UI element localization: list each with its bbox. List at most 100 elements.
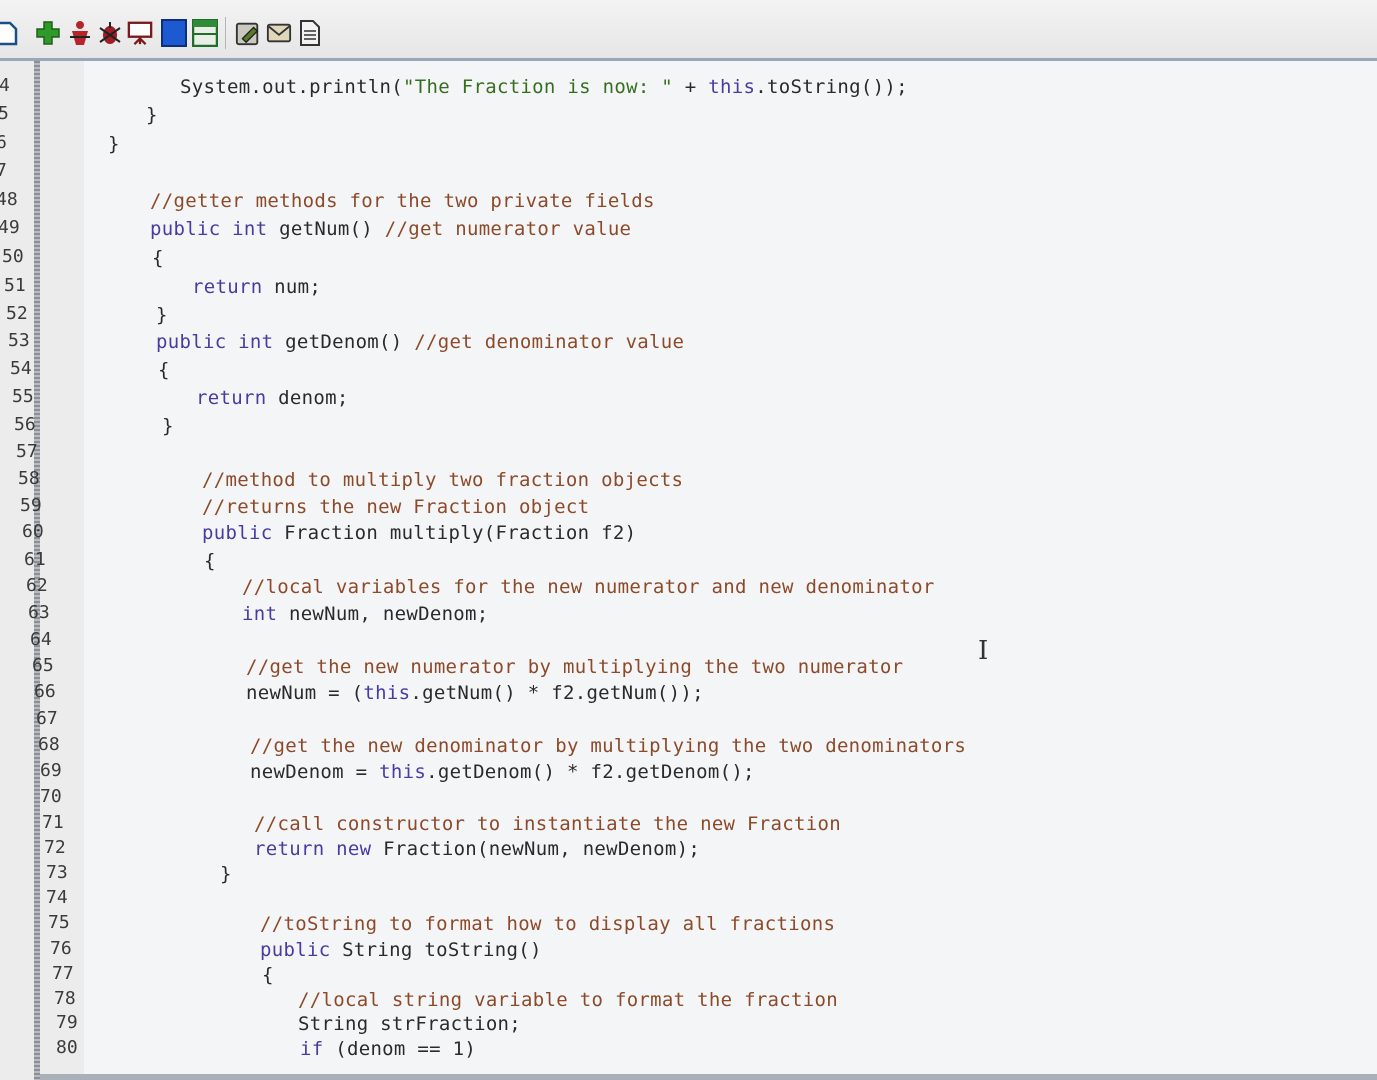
line-number: 54	[10, 358, 32, 379]
code-line[interactable]: return new Fraction(newNum, newDenom);	[254, 838, 700, 860]
line-number: 52	[6, 303, 28, 324]
code-line[interactable]: public Fraction multiply(Fraction f2)	[202, 522, 636, 544]
line-number: 69	[40, 760, 62, 781]
code-token: .toString());	[755, 76, 908, 98]
code-token: public int	[150, 218, 268, 240]
code-line[interactable]: newNum = (this.getNum() * f2.getNum());	[246, 682, 704, 704]
code-line[interactable]: System.out.println("The Fraction is now:…	[180, 76, 908, 98]
code-token: String strFraction;	[298, 1013, 522, 1035]
code-line[interactable]: }	[108, 133, 120, 155]
code-token: this	[363, 682, 411, 704]
code-line[interactable]: {	[262, 964, 274, 986]
code-token: }	[108, 133, 120, 155]
code-token: String toString()	[330, 939, 542, 961]
line-number: 79	[56, 1012, 78, 1033]
line-number: 64	[30, 629, 52, 650]
code-line[interactable]: //get the new denominator by multiplying…	[250, 735, 966, 757]
code-line[interactable]: {	[204, 550, 216, 572]
code-line[interactable]: public int getDenom() //get denominator …	[156, 331, 684, 353]
line-number: 5	[0, 103, 9, 124]
line-number: 62	[26, 575, 48, 596]
green-window-icon[interactable]	[192, 18, 218, 48]
code-token: return	[196, 387, 267, 409]
code-line[interactable]: return denom;	[196, 387, 349, 409]
line-number: 71	[42, 812, 64, 833]
horizontal-scrollbar[interactable]	[40, 1074, 1377, 1080]
code-token: this	[708, 76, 756, 98]
code-token: }	[146, 104, 158, 126]
code-line[interactable]: //local string variable to format the fr…	[298, 989, 838, 1011]
code-line[interactable]: //local variables for the new numerator …	[242, 576, 935, 598]
code-line[interactable]: }	[220, 863, 232, 885]
blue-square-icon[interactable]	[161, 18, 187, 48]
code-token: "The Fraction is now: "	[403, 76, 674, 98]
code-line[interactable]: //get the new numerator by multiplying t…	[246, 656, 903, 678]
line-number: 76	[50, 938, 72, 959]
code-token: .getDenom() * f2.getDenom();	[426, 761, 755, 783]
new-file-icon[interactable]	[0, 18, 20, 48]
code-line[interactable]: //returns the new Fraction object	[202, 496, 589, 518]
text-cursor-icon: I	[978, 636, 989, 666]
line-number: 66	[34, 681, 56, 702]
code-line[interactable]: //call constructor to instantiate the ne…	[254, 813, 841, 835]
line-number: 77	[52, 963, 74, 984]
code-line[interactable]: if (denom == 1)	[300, 1038, 476, 1060]
presentation-icon[interactable]	[127, 18, 153, 48]
gutter-border	[34, 61, 40, 1080]
code-line[interactable]: {	[152, 247, 164, 269]
code-token: //get the new denominator by multiplying…	[250, 735, 967, 757]
edit-icon[interactable]	[235, 18, 261, 48]
code-line[interactable]: int newNum, newDenom;	[242, 603, 489, 625]
line-number: 48	[0, 189, 18, 210]
code-token: //method to multiply two fraction object…	[202, 469, 684, 491]
line-number: 56	[14, 414, 36, 435]
line-number: 4	[0, 75, 10, 96]
debug-icon[interactable]	[97, 18, 123, 48]
code-token: System.out.println(	[180, 76, 404, 98]
code-token: getDenom()	[273, 331, 415, 353]
line-number: 59	[20, 495, 42, 516]
document-icon[interactable]	[297, 18, 323, 48]
mail-icon[interactable]	[266, 18, 292, 48]
line-number: 72	[44, 837, 66, 858]
run-icon[interactable]	[67, 18, 93, 48]
code-token: +	[673, 76, 709, 98]
code-token: this	[379, 761, 427, 783]
code-token: }	[220, 863, 232, 885]
code-token: public	[260, 939, 331, 961]
line-number: 70	[40, 786, 62, 807]
code-token: public	[202, 522, 273, 544]
add-icon[interactable]	[35, 18, 61, 48]
code-line[interactable]: //method to multiply two fraction object…	[202, 469, 683, 491]
code-token: //local string variable to format the fr…	[298, 989, 838, 1011]
code-line[interactable]: return num;	[192, 276, 321, 298]
code-line[interactable]: }	[162, 415, 174, 437]
code-line[interactable]: public String toString()	[260, 939, 542, 961]
code-line[interactable]: }	[156, 304, 168, 326]
line-number-gutter	[0, 61, 84, 1080]
code-line[interactable]: {	[158, 359, 170, 381]
code-token: Fraction multiply(Fraction f2)	[272, 522, 637, 544]
code-line[interactable]: public int getNum() //get numerator valu…	[150, 218, 631, 240]
code-token: public int	[156, 331, 274, 353]
toolbar	[0, 0, 1377, 61]
code-token: newNum, newDenom;	[277, 603, 489, 625]
code-token: //toString to format how to display all …	[260, 913, 836, 935]
code-token: //get denominator value	[414, 331, 685, 353]
code-line[interactable]: String strFraction;	[298, 1013, 521, 1035]
line-number: 68	[38, 734, 60, 755]
code-token: newDenom =	[250, 761, 380, 783]
line-number: 75	[48, 912, 70, 933]
line-number: 67	[36, 708, 58, 729]
line-number: 60	[22, 521, 44, 542]
code-line[interactable]: }	[146, 104, 158, 126]
line-number: 55	[12, 386, 34, 407]
code-token: return	[192, 276, 263, 298]
code-line[interactable]: newDenom = this.getDenom() * f2.getDenom…	[250, 761, 755, 783]
code-token: return new	[254, 838, 372, 860]
code-token: int	[242, 603, 278, 625]
code-line[interactable]: //getter methods for the two private fie…	[150, 190, 655, 212]
code-token: }	[156, 304, 168, 326]
line-number: 61	[24, 549, 46, 570]
code-line[interactable]: //toString to format how to display all …	[260, 913, 835, 935]
